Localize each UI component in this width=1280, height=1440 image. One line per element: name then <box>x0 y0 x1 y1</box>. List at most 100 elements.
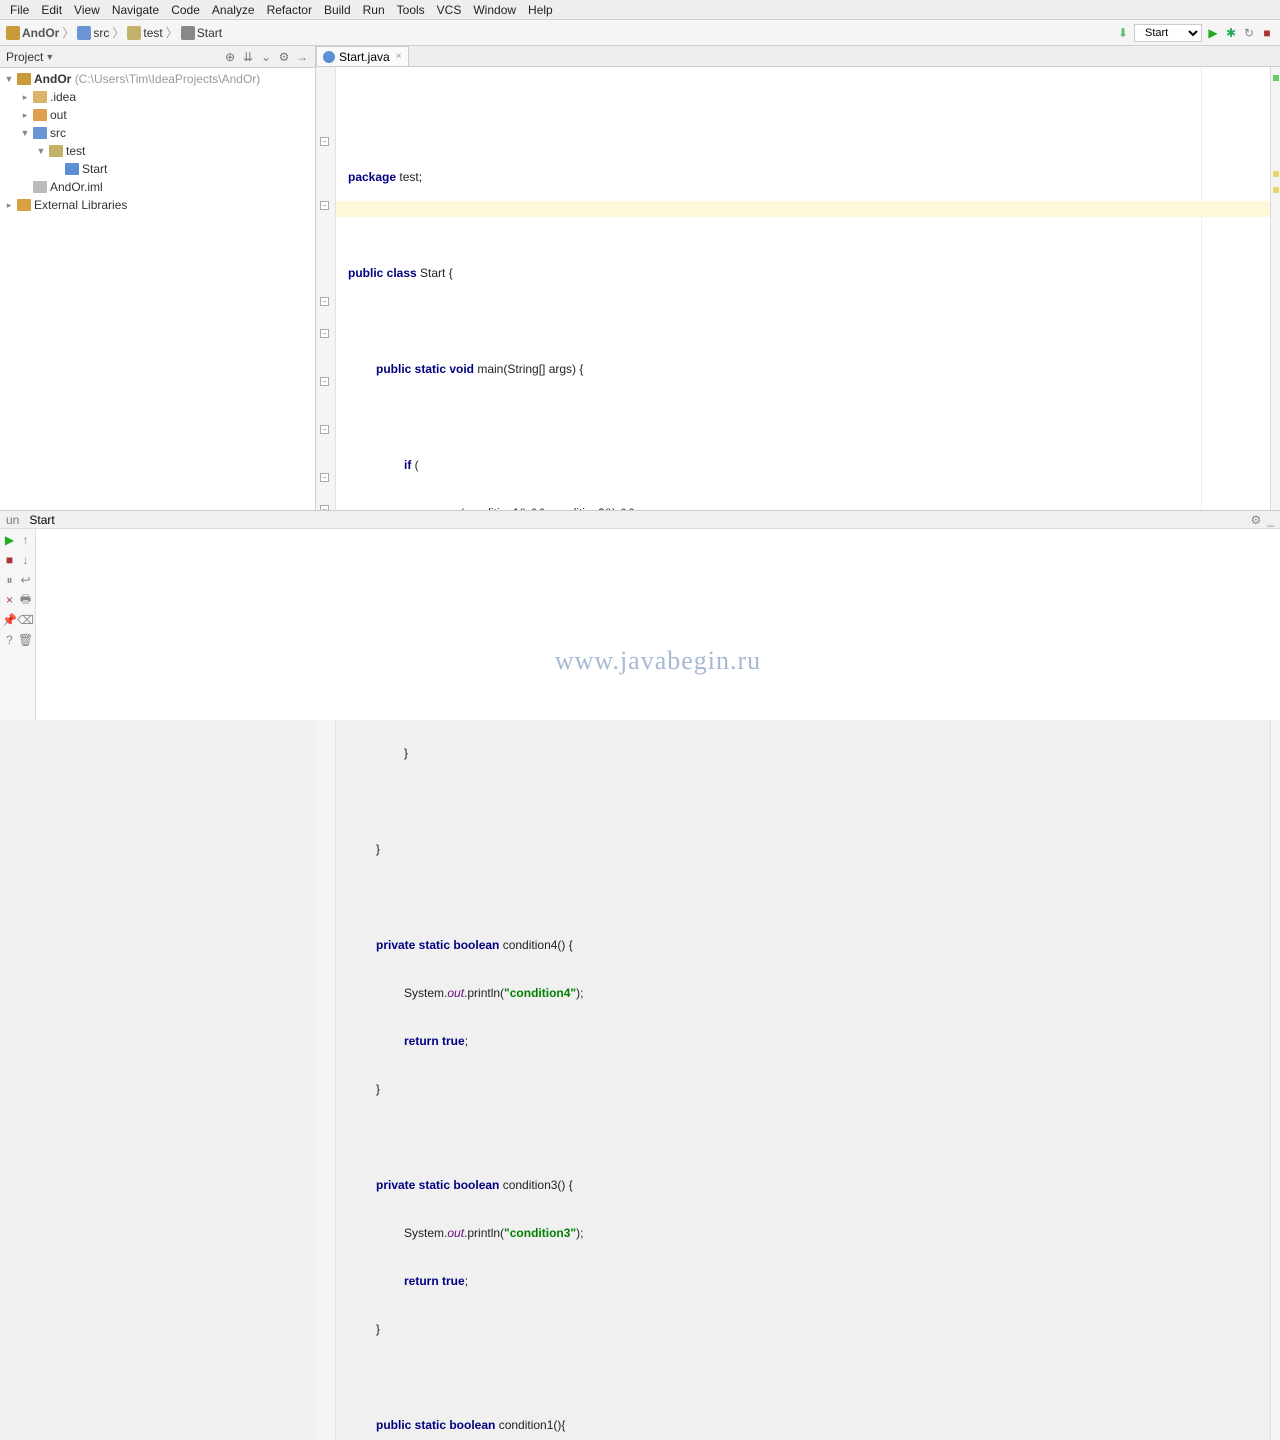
chevron-down-icon[interactable]: ▼ <box>4 74 14 84</box>
tree-class-start[interactable]: Start <box>0 160 315 178</box>
editor-tab-start[interactable]: Start.java × <box>316 46 409 66</box>
tree-package-test[interactable]: ▼ test <box>0 142 315 160</box>
close-icon[interactable]: × <box>396 51 402 62</box>
package-icon <box>127 26 141 40</box>
menu-navigate[interactable]: Navigate <box>106 3 165 17</box>
up-icon[interactable]: ↑ <box>20 533 32 547</box>
fold-toggle[interactable]: − <box>320 377 329 386</box>
library-icon <box>17 199 31 211</box>
project-tool-window: Project ▼ ⊕ ⇊ ⌄ ⚙ → ▼ AndOr (C:\Users\Ti… <box>0 46 316 510</box>
fold-toggle[interactable]: − <box>320 425 329 434</box>
tree-folder-out[interactable]: ▸ out <box>0 106 315 124</box>
menu-tools[interactable]: Tools <box>391 3 431 17</box>
chevron-right-icon[interactable]: ▸ <box>4 200 14 211</box>
chevron-down-icon[interactable]: ▼ <box>45 52 54 62</box>
breadcrumb-src[interactable]: src <box>77 26 109 40</box>
fold-toggle[interactable]: − <box>320 329 329 338</box>
source-folder-icon <box>33 127 47 139</box>
hide-icon[interactable]: ⌄ <box>259 50 273 64</box>
run-config-selector[interactable]: Start <box>1134 24 1202 42</box>
help-icon[interactable]: ? <box>4 633 16 647</box>
menu-vcs[interactable]: VCS <box>431 3 468 17</box>
project-header: Project ▼ ⊕ ⇊ ⌄ ⚙ → <box>0 46 315 68</box>
run-header: un Start ⚙ _ <box>0 511 1280 529</box>
fold-toggle[interactable]: − <box>320 137 329 146</box>
editor-pane: Start.java × − − − − − − − − package tes… <box>316 46 1280 510</box>
menu-run[interactable]: Run <box>357 3 391 17</box>
run-tool-window: un Start ⚙ _ ▶ ↑ ■ ↓ ⏸ ↩ × 🖶 📌 <box>0 510 1280 720</box>
breadcrumb-start[interactable]: Start <box>181 26 222 40</box>
settings-icon[interactable]: ⚙ <box>277 50 291 64</box>
main-menu-bar: File Edit View Navigate Code Analyze Ref… <box>0 0 1280 20</box>
minimize-icon[interactable]: _ <box>1267 513 1274 527</box>
pause-icon[interactable]: ⏸ <box>4 573 16 587</box>
navigation-bar: AndOr 〉 src 〉 test 〉 Start ⬇ Start ▶ ✱ ↻… <box>0 20 1280 46</box>
run-console[interactable]: www.javabegin.ru <box>36 529 1280 720</box>
warning-marker[interactable] <box>1273 171 1279 177</box>
class-icon <box>181 26 195 40</box>
menu-analyze[interactable]: Analyze <box>206 3 261 17</box>
chevron-down-icon[interactable]: ▼ <box>20 128 30 138</box>
project-tree[interactable]: ▼ AndOr (C:\Users\Tim\IdeaProjects\AndOr… <box>0 68 315 216</box>
fold-toggle[interactable]: − <box>320 297 329 306</box>
menu-window[interactable]: Window <box>467 3 522 17</box>
rerun-icon[interactable]: ▶ <box>4 533 16 547</box>
breadcrumb-sep: 〉 <box>112 24 124 41</box>
chevron-down-icon[interactable]: ▼ <box>36 146 46 156</box>
chevron-right-icon[interactable]: ▸ <box>20 110 30 121</box>
menu-help[interactable]: Help <box>522 3 559 17</box>
soft-wrap-icon[interactable]: ↩ <box>20 573 32 587</box>
tree-folder-src[interactable]: ▼ src <box>0 124 315 142</box>
rerun-icon[interactable]: ↻ <box>1242 26 1256 40</box>
tree-folder-idea[interactable]: ▸ .idea <box>0 88 315 106</box>
run-toolbar: ▶ ↑ ■ ↓ ⏸ ↩ × 🖶 📌 ⌫ ? 🗑 <box>0 529 36 720</box>
menu-view[interactable]: View <box>68 3 106 17</box>
watermark-text: www.javabegin.ru <box>555 646 761 676</box>
breadcrumb-root[interactable]: AndOr <box>6 26 59 40</box>
make-project-icon[interactable]: ⬇ <box>1116 26 1130 40</box>
down-icon[interactable]: ↓ <box>20 553 32 567</box>
run-tab-label[interactable]: un <box>6 513 19 527</box>
highlighted-line-bg <box>336 201 1270 217</box>
run-icon[interactable]: ▶ <box>1206 26 1220 40</box>
module-icon <box>17 73 31 85</box>
menu-edit[interactable]: Edit <box>35 3 68 17</box>
debug-icon[interactable]: ✱ <box>1224 26 1238 40</box>
clear-all-icon[interactable]: ⌫ <box>20 613 32 627</box>
tree-module-root[interactable]: ▼ AndOr (C:\Users\Tim\IdeaProjects\AndOr… <box>0 70 315 88</box>
module-icon <box>6 26 20 40</box>
code-editor[interactable]: package test; public class Start { publi… <box>336 67 1270 1440</box>
print-icon[interactable]: 🖶 <box>20 593 32 607</box>
gear-icon[interactable]: ⚙ <box>1251 513 1262 527</box>
minimize-icon[interactable]: → <box>295 50 309 64</box>
menu-code[interactable]: Code <box>165 3 206 17</box>
project-view-title[interactable]: Project <box>6 50 43 64</box>
tree-external-libraries[interactable]: ▸ External Libraries <box>0 196 315 214</box>
inspection-ok-icon <box>1273 75 1279 81</box>
trash-icon[interactable]: 🗑 <box>20 633 32 647</box>
menu-file[interactable]: File <box>4 3 35 17</box>
collapse-all-icon[interactable]: ⇊ <box>241 50 255 64</box>
editor-gutter[interactable]: − − − − − − − − <box>316 67 336 1440</box>
menu-refactor[interactable]: Refactor <box>261 3 318 17</box>
file-icon <box>33 181 47 193</box>
menu-build[interactable]: Build <box>318 3 357 17</box>
run-config-label[interactable]: Start <box>29 513 54 527</box>
breadcrumb-sep: 〉 <box>62 24 74 41</box>
stop-icon[interactable]: ■ <box>1260 26 1274 40</box>
fold-toggle[interactable]: − <box>320 201 329 210</box>
error-stripe[interactable] <box>1270 67 1280 1440</box>
close-icon[interactable]: × <box>4 593 16 607</box>
fold-toggle[interactable]: − <box>320 473 329 482</box>
chevron-right-icon[interactable]: ▸ <box>20 92 30 103</box>
scroll-to-source-icon[interactable]: ⊕ <box>223 50 237 64</box>
folder-icon <box>33 109 47 121</box>
warning-marker[interactable] <box>1273 187 1279 193</box>
class-icon <box>323 51 335 63</box>
breadcrumb-test[interactable]: test <box>127 26 162 40</box>
pin-icon[interactable]: 📌 <box>4 613 16 627</box>
stop-icon[interactable]: ■ <box>4 553 16 567</box>
breadcrumb-sep: 〉 <box>166 24 178 41</box>
package-icon <box>49 145 63 157</box>
tree-file-iml[interactable]: AndOr.iml <box>0 178 315 196</box>
